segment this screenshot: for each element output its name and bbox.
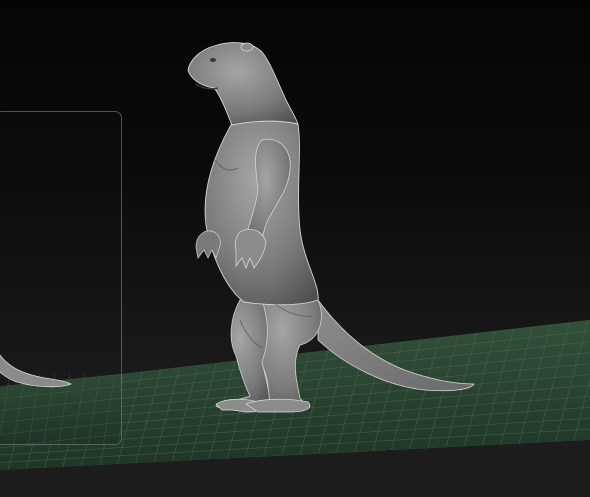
inset-preview-panel[interactable] (0, 111, 122, 445)
tail-preview-icon (0, 354, 121, 444)
3d-viewport[interactable] (0, 0, 590, 497)
